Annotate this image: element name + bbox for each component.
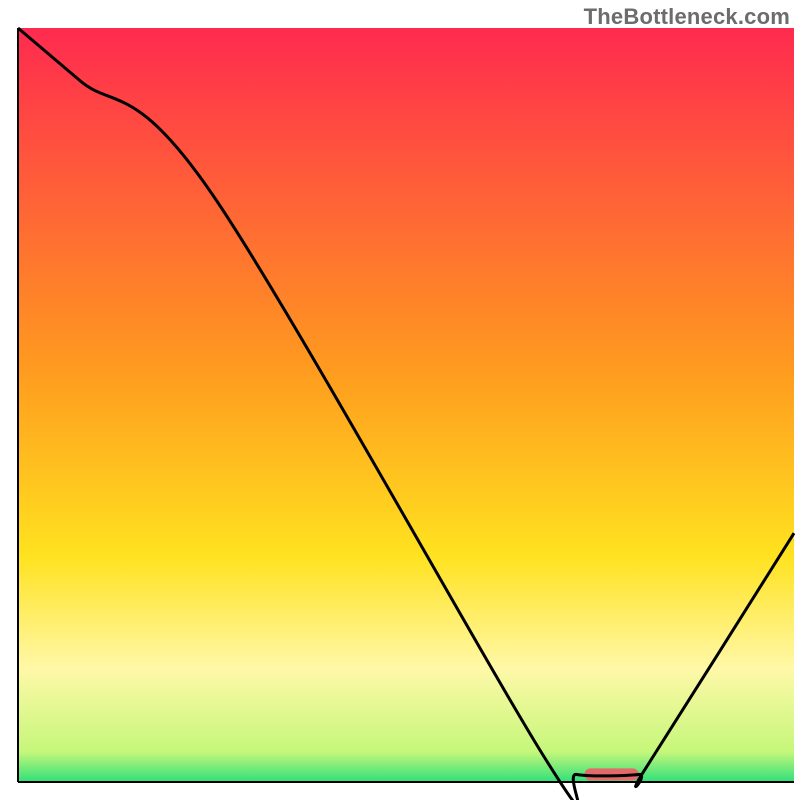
bottleneck-chart: TheBottleneck.com [0,0,800,800]
chart-canvas [0,0,800,800]
watermark-text: TheBottleneck.com [584,4,790,30]
plot-background [18,28,794,782]
